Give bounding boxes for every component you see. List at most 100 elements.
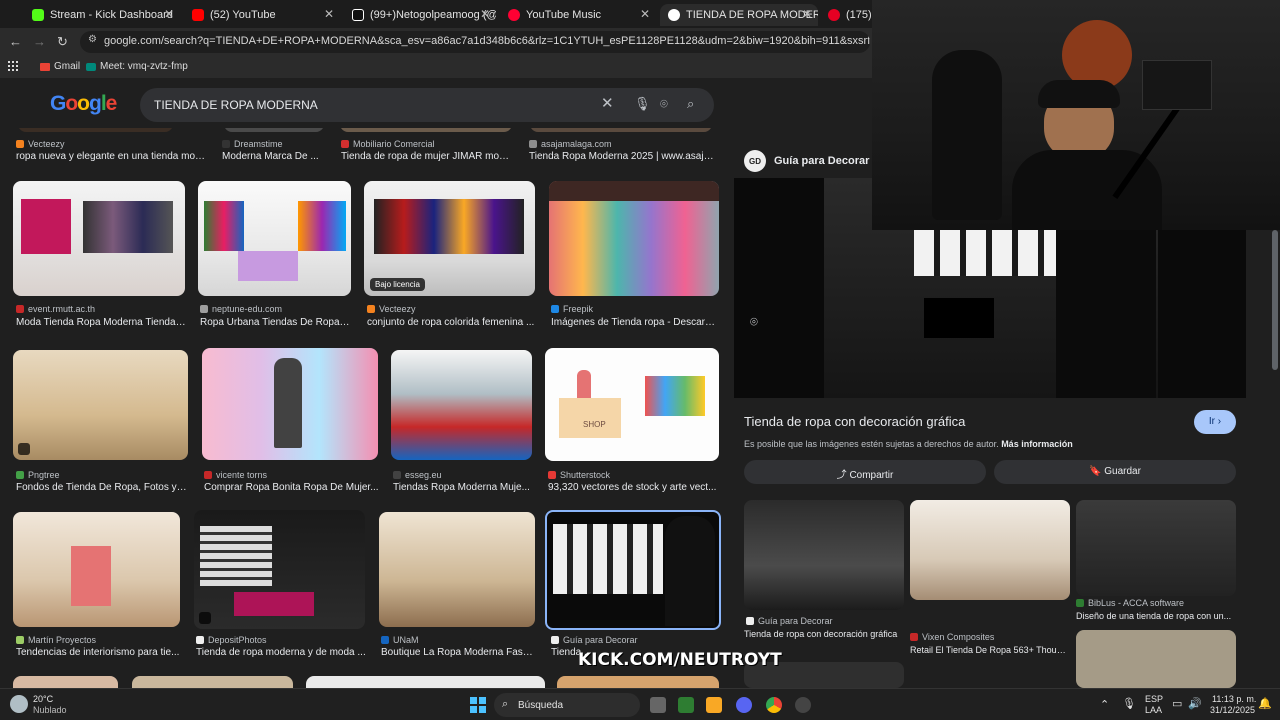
result-title[interactable]: Ropa Urbana Tiendas De Ropa ... bbox=[200, 317, 350, 328]
result-source[interactable]: neptune-edu.com bbox=[200, 304, 282, 314]
result-title[interactable]: Moda Tienda Ropa Moderna Tienda ... bbox=[16, 317, 186, 328]
clock-date[interactable]: 31/12/2025 bbox=[1210, 705, 1255, 715]
result-source[interactable]: Pngtree bbox=[16, 470, 60, 480]
related-title[interactable]: Retail El Tienda De Ropa 563+ Thousan... bbox=[910, 645, 1070, 655]
related-title[interactable]: Diseño de una tienda de ropa con un... bbox=[1076, 611, 1236, 621]
discord-icon[interactable] bbox=[736, 697, 752, 713]
result-title[interactable]: Comprar Ropa Bonita Ropa De Mujer... bbox=[204, 482, 380, 493]
result-image[interactable] bbox=[379, 512, 535, 627]
lens-icon[interactable]: ⌾ bbox=[750, 314, 758, 330]
result-image-selected[interactable] bbox=[545, 510, 721, 630]
language-layout[interactable]: LAA bbox=[1145, 705, 1162, 715]
app-icon[interactable] bbox=[795, 697, 811, 713]
apps-icon[interactable] bbox=[8, 61, 18, 71]
microphone-icon[interactable]: 🎙 bbox=[1122, 697, 1136, 710]
result-title[interactable]: Tienda Ropa Moderna 2025 | www.asaja... bbox=[529, 151, 715, 162]
site-info-icon[interactable]: ⚙ bbox=[88, 34, 97, 45]
taskbar-search[interactable]: ⌕ Búsqueda bbox=[494, 693, 640, 717]
result-title[interactable]: Tienda de ropa de mujer JIMAR mobi... bbox=[341, 151, 513, 162]
clock-time[interactable]: 11:13 p. m. bbox=[1212, 694, 1256, 704]
tab-google-search[interactable]: TIENDA DE ROPA MODERNA - ✕ bbox=[660, 4, 818, 26]
result-title[interactable]: Tendencias de interiorismo para tie... bbox=[16, 647, 182, 658]
url-field[interactable]: ⚙ google.com/search?q=TIENDA+DE+ROPA+MOD… bbox=[80, 31, 870, 53]
related-source[interactable]: Guía para Decorar bbox=[746, 616, 833, 626]
result-source[interactable]: Vecteezy bbox=[367, 304, 416, 314]
result-title[interactable]: Tiendas Ropa Moderna Muje... bbox=[393, 482, 533, 493]
more-info-link[interactable]: Más información bbox=[1001, 439, 1073, 449]
result-source[interactable]: DepositPhotos bbox=[196, 635, 267, 645]
result-image[interactable] bbox=[198, 181, 351, 296]
result-image[interactable] bbox=[13, 350, 188, 460]
language-code[interactable]: ESP bbox=[1145, 694, 1163, 704]
microphone-icon[interactable]: 🎙 bbox=[634, 96, 651, 112]
result-image[interactable] bbox=[306, 676, 545, 688]
result-source[interactable]: vicente torns bbox=[204, 470, 267, 480]
weather-temp[interactable]: 20°C bbox=[33, 694, 53, 704]
share-button[interactable]: ⤴ Compartir bbox=[744, 460, 986, 484]
search-icon[interactable]: ⌕ bbox=[687, 96, 694, 112]
windows-start-icon[interactable] bbox=[470, 697, 486, 713]
clear-icon[interactable]: ✕ bbox=[601, 94, 614, 112]
result-source[interactable]: Martín Proyectos bbox=[16, 635, 96, 645]
result-source[interactable]: event.rmutt.ac.th bbox=[16, 304, 95, 314]
result-title[interactable]: Imágenes de Tienda ropa - Descarg... bbox=[551, 317, 717, 328]
result-title[interactable]: Boutique La Ropa Moderna Fash... bbox=[381, 647, 535, 658]
result-title[interactable]: Tienda de ropa moderna y de moda ... bbox=[196, 647, 366, 658]
result-source[interactable]: Vecteezy bbox=[16, 139, 65, 149]
lens-icon[interactable]: ⌾ bbox=[660, 96, 668, 112]
preview-title[interactable]: Tienda de ropa con decoración gráfica bbox=[744, 414, 965, 429]
close-icon[interactable]: ✕ bbox=[164, 7, 174, 21]
tab-youtube[interactable]: (52) YouTube ✕ bbox=[184, 4, 340, 26]
close-icon[interactable]: ✕ bbox=[640, 7, 650, 21]
result-title[interactable]: Fondos de Tienda De Ropa, Fotos y I... bbox=[16, 482, 188, 493]
close-icon[interactable]: ✕ bbox=[324, 7, 334, 21]
weather-icon[interactable] bbox=[10, 695, 28, 713]
result-source[interactable]: asajamalaga.com bbox=[529, 139, 612, 149]
reload-icon[interactable]: ↻ bbox=[57, 34, 68, 50]
result-source[interactable]: Mobiliario Comercial bbox=[341, 139, 435, 149]
task-view-icon[interactable] bbox=[650, 697, 666, 713]
file-explorer-icon[interactable] bbox=[706, 697, 722, 713]
close-icon[interactable]: ✕ bbox=[480, 7, 490, 21]
result-image[interactable] bbox=[13, 512, 180, 627]
tab-pinterest[interactable]: (175) Pin bbox=[820, 4, 872, 26]
result-source[interactable]: Dreamstime bbox=[222, 139, 283, 149]
minecraft-icon[interactable] bbox=[678, 697, 694, 713]
chrome-icon[interactable] bbox=[766, 697, 782, 713]
related-image[interactable] bbox=[910, 500, 1070, 600]
result-title[interactable]: 93,320 vectores de stock y arte vect... bbox=[548, 482, 718, 493]
tab-youtube-music[interactable]: YouTube Music ✕ bbox=[500, 4, 656, 26]
related-image[interactable] bbox=[744, 500, 904, 610]
visit-button[interactable]: Ir › bbox=[1194, 410, 1236, 434]
related-title[interactable]: Tienda de ropa con decoración gráfica bbox=[744, 629, 906, 639]
result-image[interactable] bbox=[132, 676, 293, 688]
result-source[interactable]: Guía para Decorar bbox=[551, 635, 638, 645]
result-source[interactable]: Shutterstock bbox=[548, 470, 610, 480]
result-image[interactable]: Bajo licencia bbox=[364, 181, 535, 296]
scrollbar-thumb[interactable] bbox=[1272, 230, 1278, 370]
result-source[interactable]: UNaM bbox=[381, 635, 419, 645]
chevron-up-icon[interactable]: ⌃ bbox=[1100, 698, 1109, 711]
network-icon[interactable]: ▭ bbox=[1172, 697, 1182, 710]
tab-kick-dashboard[interactable]: Stream - Kick Dashboard ✕ bbox=[24, 4, 180, 26]
result-title[interactable]: ropa nueva y elegante en una tienda mod.… bbox=[16, 151, 206, 162]
close-icon[interactable]: ✕ bbox=[802, 7, 812, 21]
save-button[interactable]: 🔖 Guardar bbox=[994, 460, 1236, 484]
volume-icon[interactable]: 🔊 bbox=[1188, 697, 1202, 710]
result-source[interactable]: Freepik bbox=[551, 304, 593, 314]
bookmark-gmail[interactable]: Gmail bbox=[40, 61, 80, 72]
result-image[interactable] bbox=[202, 348, 378, 460]
panel-site-header[interactable]: GD Guía para Decorar bbox=[744, 150, 869, 172]
result-title[interactable]: conjunto de ropa colorida femenina ... bbox=[367, 317, 535, 328]
google-logo[interactable]: Google bbox=[50, 92, 117, 116]
result-image[interactable] bbox=[13, 181, 185, 296]
result-image[interactable]: SHOP bbox=[545, 348, 719, 461]
result-image[interactable] bbox=[549, 181, 719, 296]
related-source[interactable]: BibLus - ACCA software bbox=[1076, 598, 1184, 608]
weather-desc[interactable]: Nublado bbox=[33, 705, 67, 715]
related-image[interactable] bbox=[1076, 630, 1236, 688]
related-image[interactable] bbox=[1076, 500, 1236, 596]
result-image[interactable] bbox=[194, 510, 365, 629]
notification-icon[interactable]: 🔔 bbox=[1258, 697, 1272, 710]
search-input[interactable]: TIENDA DE ROPA MODERNA ✕ 🎙 ⌾ ⌕ bbox=[140, 88, 714, 122]
